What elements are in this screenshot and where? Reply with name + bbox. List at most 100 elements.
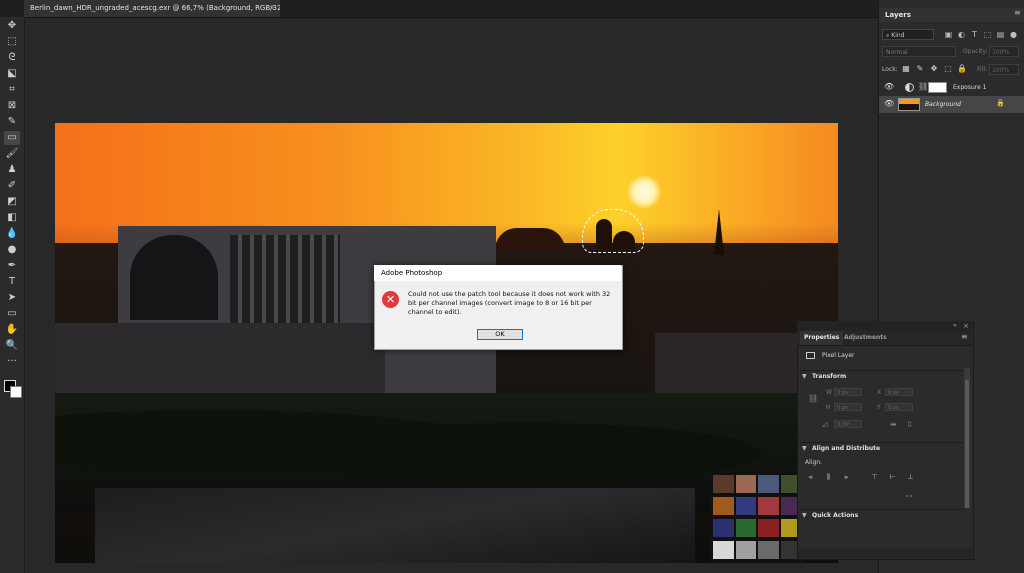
- building-arch-window: [130, 235, 218, 320]
- width-input[interactable]: 0 px: [834, 388, 862, 396]
- hand-tool-icon[interactable]: ✋: [4, 323, 20, 337]
- frame-tool-icon[interactable]: ⊠: [4, 99, 20, 113]
- eyedropper-tool-icon[interactable]: ✎: [4, 115, 20, 129]
- height-label: H: [826, 404, 831, 411]
- align-label: Align:: [805, 459, 823, 466]
- exposure-adjustment-icon: [905, 83, 914, 92]
- chevron-down-icon: ▼: [802, 512, 807, 519]
- fill-input[interactable]: 100%: [989, 64, 1019, 75]
- filter-toggle-icon[interactable]: ●: [1009, 30, 1018, 39]
- opacity-input[interactable]: 100%: [989, 46, 1019, 57]
- layer-row-exposure[interactable]: 👁: [879, 79, 1024, 96]
- section-title: Transform: [812, 373, 847, 380]
- angle-icon: ◿: [822, 420, 828, 428]
- ok-button[interactable]: OK: [477, 329, 523, 340]
- patch-tool-icon[interactable]: ▭: [4, 131, 20, 145]
- lock-position-icon[interactable]: ✥: [929, 64, 939, 74]
- properties-panel-footer: [798, 548, 972, 558]
- background-color-swatch[interactable]: [10, 386, 22, 398]
- selection-marquee[interactable]: [582, 209, 644, 253]
- layers-menu-icon[interactable]: ≡: [1014, 8, 1021, 17]
- zoom-tool-icon[interactable]: 🔍: [4, 339, 20, 353]
- height-input[interactable]: 0 px: [834, 403, 862, 411]
- flip-horizontal-icon[interactable]: ⇹: [890, 420, 897, 429]
- pixel-filter-icon[interactable]: ▣: [944, 30, 953, 39]
- brush-tool-icon[interactable]: 🖌: [4, 147, 20, 161]
- opacity-label: Opacity:: [963, 48, 988, 55]
- collapse-panel-icon[interactable]: «: [953, 321, 957, 331]
- marquee-tool-icon[interactable]: ⬚: [4, 35, 20, 49]
- layer-lock-icon[interactable]: 🔒: [996, 99, 1005, 107]
- crop-tool-icon[interactable]: ⌗: [4, 83, 20, 97]
- close-tab-icon[interactable]: ×: [269, 0, 275, 17]
- layer-type-label: Pixel Layer: [822, 352, 855, 359]
- properties-menu-icon[interactable]: ≡: [961, 332, 968, 341]
- pixel-layer-icon: [806, 352, 815, 359]
- properties-scrollbar-thumb[interactable]: [965, 380, 969, 508]
- more-tools-icon[interactable]: ···: [4, 355, 20, 369]
- lock-all-icon[interactable]: 🔒: [957, 64, 967, 74]
- gradient-tool-icon[interactable]: ◧: [4, 211, 20, 225]
- align-left-icon[interactable]: ⫷: [806, 473, 815, 482]
- kind-label: Kind: [891, 32, 905, 39]
- eraser-tool-icon[interactable]: ◩: [4, 195, 20, 209]
- align-bottom-icon[interactable]: ⊥: [906, 473, 915, 482]
- dodge-tool-icon[interactable]: ●: [4, 243, 20, 257]
- type-filter-icon[interactable]: T: [970, 30, 979, 39]
- align-right-icon[interactable]: ⫸: [842, 473, 851, 482]
- history-brush-tool-icon[interactable]: ✐: [4, 179, 20, 193]
- path-select-tool-icon[interactable]: ➤: [4, 291, 20, 305]
- section-transform[interactable]: ▼ Transform: [798, 370, 964, 383]
- layer-mask-thumbnail[interactable]: [928, 82, 947, 93]
- section-align-distribute[interactable]: ▼ Align and Distribute: [798, 442, 964, 455]
- lasso-tool-icon[interactable]: ᘓ: [4, 51, 20, 65]
- lock-transparency-icon[interactable]: ▦: [901, 64, 911, 74]
- adjustment-filter-icon[interactable]: ◐: [957, 30, 966, 39]
- quick-select-tool-icon[interactable]: ⬕: [4, 67, 20, 81]
- dialog-message: Could not use the patch tool because it …: [408, 290, 611, 316]
- section-title: Quick Actions: [812, 512, 859, 519]
- y-input[interactable]: 0 px: [885, 403, 913, 411]
- tab-properties[interactable]: Properties: [800, 331, 844, 345]
- layer-name[interactable]: Exposure 1: [953, 83, 987, 92]
- align-middle-v-icon[interactable]: ⊢: [888, 473, 897, 482]
- more-options-icon[interactable]: ···: [905, 492, 913, 501]
- tab-layers[interactable]: Layers: [880, 8, 916, 22]
- visibility-eye-icon[interactable]: 👁: [884, 99, 894, 109]
- layer-kind-filter[interactable]: ⌕ Kind: [882, 29, 934, 40]
- document-tab-title: Berlin_dawn_HDR_ungraded_acescg.exr @ 66…: [30, 4, 280, 12]
- x-input[interactable]: 0 px: [885, 388, 913, 396]
- rectangle-tool-icon[interactable]: ▭: [4, 307, 20, 321]
- sun: [627, 175, 661, 209]
- mask-link-icon[interactable]: ⛓: [918, 82, 928, 91]
- fill-label: Fill:: [977, 66, 988, 73]
- type-tool-icon[interactable]: T: [4, 275, 20, 289]
- close-panel-icon[interactable]: ×: [963, 321, 969, 331]
- lock-artboard-icon[interactable]: ⬚: [943, 64, 953, 74]
- align-center-h-icon[interactable]: ⫼: [824, 473, 833, 482]
- lock-pixels-icon[interactable]: ✎: [915, 64, 925, 74]
- properties-panel-grip[interactable]: [797, 321, 972, 331]
- pen-tool-icon[interactable]: ✒: [4, 259, 20, 273]
- link-dimensions-icon[interactable]: ⛓: [808, 394, 818, 403]
- stamp-tool-icon[interactable]: ♟: [4, 163, 20, 177]
- align-top-icon[interactable]: ⊤: [870, 473, 879, 482]
- shape-filter-icon[interactable]: ⬚: [983, 30, 992, 39]
- blend-mode-select[interactable]: Normal: [882, 46, 956, 57]
- dialog-title: Adobe Photoshop: [381, 269, 443, 277]
- x-label: X: [877, 389, 882, 396]
- tools-panel: ✥ ⬚ ᘓ ⬕ ⌗ ⊠ ✎ ▭ 🖌 ♟ ✐ ◩ ◧ 💧 ● ✒ T ➤ ▭ ✋ …: [0, 17, 25, 573]
- smart-object-filter-icon[interactable]: ▤: [996, 30, 1005, 39]
- move-tool-icon[interactable]: ✥: [4, 19, 20, 33]
- flip-vertical-icon[interactable]: ⇳: [906, 420, 913, 429]
- section-quick-actions[interactable]: ▼ Quick Actions: [798, 509, 964, 522]
- error-icon: ✕: [382, 291, 399, 308]
- visibility-eye-icon[interactable]: 👁: [884, 82, 894, 92]
- chevron-down-icon: ▼: [802, 373, 807, 380]
- tab-adjustments[interactable]: Adjustments: [842, 331, 889, 345]
- section-title: Align and Distribute: [812, 445, 881, 452]
- angle-input[interactable]: 0,00°: [834, 420, 862, 428]
- layer-name[interactable]: Background: [925, 100, 961, 109]
- document-tab[interactable]: Berlin_dawn_HDR_ungraded_acescg.exr @ 66…: [24, 0, 280, 17]
- blur-tool-icon[interactable]: 💧: [4, 227, 20, 241]
